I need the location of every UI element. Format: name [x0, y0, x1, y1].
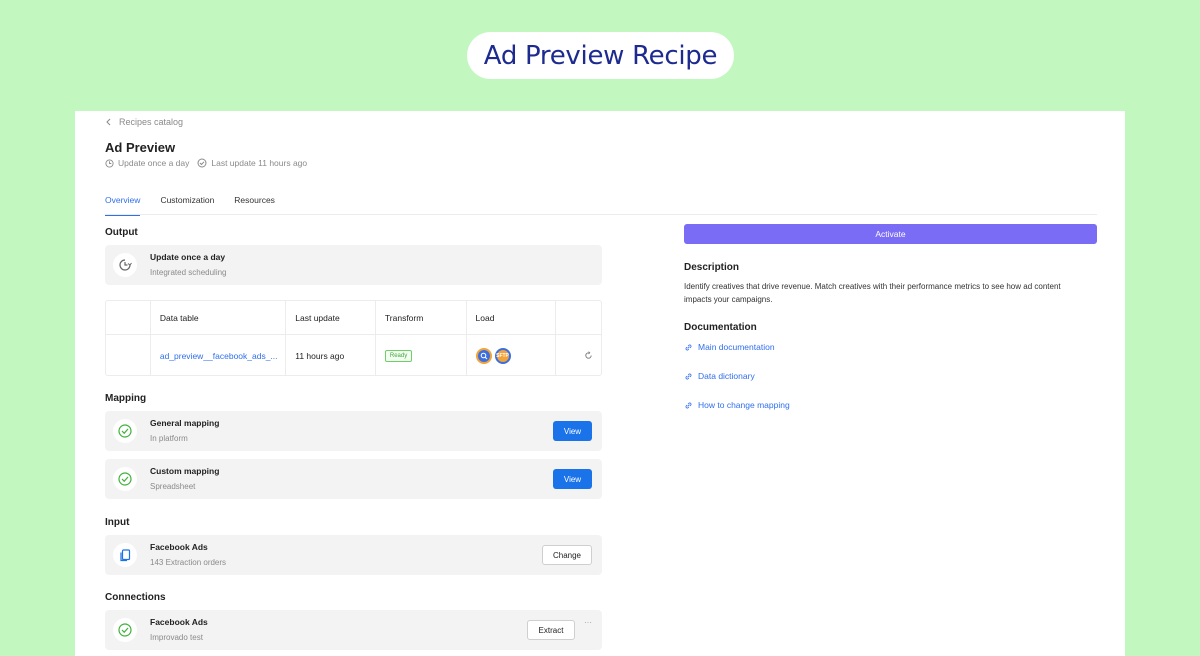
refresh-icon[interactable]: [584, 351, 593, 360]
tab-customization[interactable]: Customization: [160, 195, 214, 216]
custom-mapping-subtitle: Spreadsheet: [150, 482, 196, 491]
link-icon: [685, 344, 692, 350]
general-mapping-subtitle: In platform: [150, 434, 188, 443]
status-badge: Ready: [384, 349, 413, 362]
more-options-icon[interactable]: ···: [584, 618, 592, 627]
load-icons: SFTP: [475, 347, 511, 364]
input-section-title: Input: [105, 517, 130, 528]
frequency-meta: Update once a day: [105, 158, 189, 168]
recipe-panel: Recipes catalog Ad Preview Update once a…: [75, 111, 1125, 656]
table-header-last-update: Last update: [286, 301, 376, 334]
document-copy-icon: [120, 549, 131, 562]
check-circle-icon: [118, 472, 132, 486]
table-header-load: Load: [467, 301, 557, 334]
data-table: Data table Last update Transform Load ad…: [105, 300, 602, 376]
chevron-left-icon: [106, 118, 111, 126]
schedule-icon-wrap: [113, 253, 137, 277]
tab-resources[interactable]: Resources: [234, 195, 275, 216]
change-input-button[interactable]: Change: [542, 545, 592, 565]
page-title: Ad Preview: [105, 140, 176, 155]
link-icon: [685, 402, 692, 408]
output-card: Update once a day Integrated scheduling: [105, 245, 602, 285]
change-mapping-label[interactable]: How to change mapping: [698, 400, 790, 410]
schedule-icon: [119, 259, 132, 271]
sftp-icon[interactable]: SFTP: [494, 347, 511, 364]
table-cell-transform: Ready: [376, 335, 467, 376]
input-card: Facebook Ads 143 Extraction orders Chang…: [105, 535, 602, 575]
description-text: Identify creatives that drive revenue. M…: [684, 282, 1061, 304]
table-cell-data-table: ad_preview__facebook_ads_...: [151, 335, 287, 376]
documentation-title: Documentation: [684, 322, 757, 333]
data-table-link[interactable]: ad_preview__facebook_ads_...: [160, 351, 278, 361]
general-mapping-card: General mapping In platform View: [105, 411, 602, 451]
connections-section-title: Connections: [105, 592, 166, 603]
connection-card-title: Facebook Ads: [150, 617, 208, 627]
table-header-transform: Transform: [376, 301, 467, 334]
custom-mapping-card: Custom mapping Spreadsheet View: [105, 459, 602, 499]
table-cell-actions: [556, 335, 601, 376]
table-header-row: Data table Last update Transform Load: [106, 301, 601, 335]
output-card-title: Update once a day: [150, 252, 226, 262]
check-circle-icon: [118, 623, 132, 637]
table-cell-spacer: [106, 335, 151, 376]
frequency-text: Update once a day: [118, 158, 190, 168]
breadcrumb[interactable]: Recipes catalog: [105, 117, 183, 127]
change-mapping-link[interactable]: How to change mapping: [684, 400, 790, 410]
check-circle-icon: [118, 424, 132, 438]
view-general-mapping-button[interactable]: View: [553, 421, 592, 441]
bigquery-icon[interactable]: [475, 347, 492, 364]
view-custom-mapping-button[interactable]: View: [553, 469, 592, 489]
hero-title: Ad Preview Recipe: [467, 32, 734, 79]
activate-button[interactable]: Activate: [684, 224, 1097, 244]
clock-icon: [105, 158, 114, 168]
custom-mapping-title: Custom mapping: [150, 466, 220, 476]
table-header-actions: [556, 301, 601, 334]
extract-button[interactable]: Extract: [527, 620, 575, 640]
check-icon-wrap: [113, 618, 137, 642]
general-mapping-title: General mapping: [150, 418, 220, 428]
table-header-data-table: Data table: [151, 301, 287, 334]
main-documentation-label[interactable]: Main documentation: [698, 342, 775, 352]
connection-card-subtitle: Improvado test: [150, 633, 203, 642]
table-cell-load: SFTP: [467, 335, 557, 376]
breadcrumb-label[interactable]: Recipes catalog: [119, 117, 183, 127]
tab-overview[interactable]: Overview: [105, 195, 141, 216]
table-cell-last-update: 11 hours ago: [286, 335, 376, 376]
facebook-ads-icon-wrap: [113, 543, 137, 567]
data-dictionary-link[interactable]: Data dictionary: [684, 371, 755, 381]
output-card-subtitle: Integrated scheduling: [150, 268, 227, 277]
check-circle-icon: [197, 158, 207, 168]
page-meta: Update once a day Last update 11 hours a…: [105, 158, 307, 168]
tabs-divider: [105, 214, 1097, 215]
description-title: Description: [684, 262, 740, 273]
data-dictionary-label[interactable]: Data dictionary: [698, 371, 755, 381]
last-update-meta: Last update 11 hours ago: [197, 158, 307, 168]
check-icon-wrap: [113, 419, 137, 443]
output-section-title: Output: [105, 227, 138, 238]
table-header-spacer: [106, 301, 151, 334]
main-documentation-link[interactable]: Main documentation: [684, 342, 775, 352]
mapping-section-title: Mapping: [105, 393, 147, 404]
link-icon: [685, 373, 692, 379]
connection-card: Facebook Ads Improvado test Extract ···: [105, 610, 602, 650]
last-update-text: Last update 11 hours ago: [211, 158, 308, 168]
check-icon-wrap: [113, 467, 137, 491]
input-card-title: Facebook Ads: [150, 542, 208, 552]
tab-bar: Overview Customization Resources: [105, 195, 275, 216]
input-card-subtitle: 143 Extraction orders: [150, 558, 227, 567]
table-row: ad_preview__facebook_ads_... 11 hours ag…: [106, 335, 601, 376]
